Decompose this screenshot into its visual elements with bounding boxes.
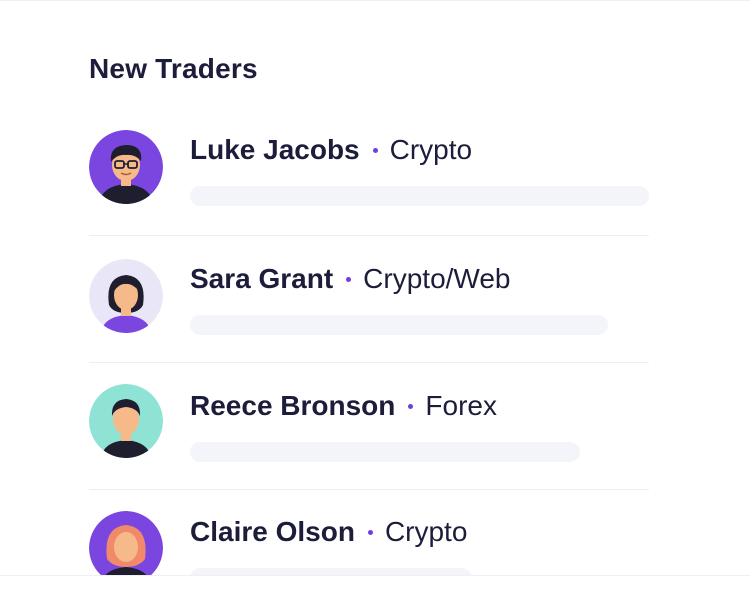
trader-name-line: Sara Grant Crypto/Web — [190, 263, 511, 295]
row-divider — [89, 489, 649, 490]
avatar-redhead-woman-icon[interactable] — [89, 511, 163, 585]
avatar-glasses-man-icon[interactable] — [89, 130, 163, 204]
trader-name[interactable]: Sara Grant — [190, 263, 333, 295]
trader-category: Crypto — [384, 516, 468, 547]
avatar-woman-icon[interactable] — [89, 259, 163, 333]
separator-dot — [372, 147, 378, 153]
trader-name[interactable]: Luke Jacobs — [190, 134, 360, 166]
row-divider — [89, 235, 649, 236]
bottom-border — [0, 575, 750, 576]
trader-category: Crypto — [389, 134, 473, 165]
placeholder-bar — [190, 315, 608, 335]
top-border — [0, 0, 750, 1]
new-traders-panel: New Traders Luke Jacobs Crypto Sara Gran… — [0, 0, 750, 600]
separator-dot — [367, 529, 373, 535]
trader-category: Crypto/Web — [363, 263, 511, 294]
trader-name[interactable]: Reece Bronson — [190, 390, 395, 422]
trader-name-line: Reece Bronson Forex — [190, 390, 497, 422]
trader-name-line: Claire Olson Crypto — [190, 516, 467, 548]
placeholder-bar — [190, 186, 649, 206]
trader-category: Forex — [425, 390, 497, 421]
row-divider — [89, 362, 649, 363]
placeholder-bar — [190, 442, 580, 462]
bottom-mask — [0, 576, 750, 600]
separator-dot — [408, 403, 414, 409]
trader-name-line: Luke Jacobs Crypto — [190, 134, 472, 166]
avatar-man-icon[interactable] — [89, 384, 163, 458]
section-title: New Traders — [89, 53, 258, 84]
trader-name[interactable]: Claire Olson — [190, 516, 355, 548]
separator-dot — [346, 276, 352, 282]
